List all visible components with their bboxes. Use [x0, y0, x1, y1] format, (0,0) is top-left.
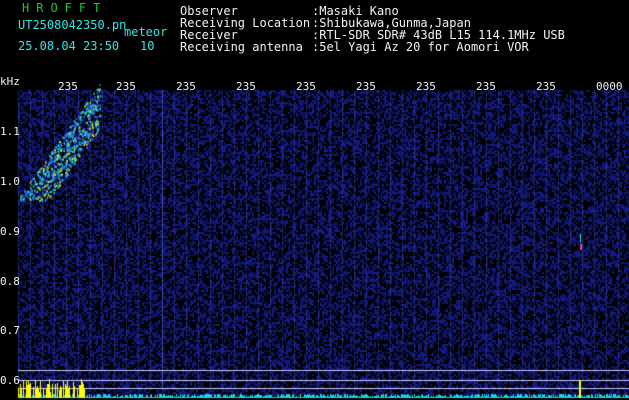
- x-tick-4: 235: [236, 80, 256, 93]
- datetime-label: 25.08.04 23:50: [18, 39, 120, 53]
- filename-label: UT2508042350.pn: [18, 18, 127, 32]
- app-title: HROFFT: [22, 1, 108, 15]
- x-tick-7: 235: [416, 80, 436, 93]
- y-unit-label: kHz: [0, 75, 20, 88]
- filename-suffix: meteor: [124, 25, 168, 39]
- y-tick-0-9: 0.9: [0, 225, 20, 238]
- x-tick-9: 235: [536, 80, 556, 93]
- x-tick-1: 235: [58, 80, 78, 93]
- x-tick-5: 235: [296, 80, 316, 93]
- x-tick-2: 235: [116, 80, 136, 93]
- y-tick-0-8: 0.8: [0, 275, 20, 288]
- x-tick-10: 0000: [596, 80, 623, 93]
- info-value-antenna: :5el Yagi Az 20 for Aomori VOR: [312, 40, 529, 54]
- y-tick-0-6: 0.6: [0, 374, 20, 387]
- waterfall-spectrogram: [0, 0, 629, 400]
- y-tick-1-1: 1.1: [0, 125, 20, 138]
- x-tick-6: 235: [356, 80, 376, 93]
- x-tick-3: 235: [176, 80, 196, 93]
- y-tick-0-7: 0.7: [0, 324, 20, 337]
- interval-label: 10: [140, 39, 155, 53]
- y-tick-1-0: 1.0: [0, 175, 20, 188]
- info-label-antenna: Receiving antenna: [180, 40, 303, 54]
- x-tick-8: 235: [476, 80, 496, 93]
